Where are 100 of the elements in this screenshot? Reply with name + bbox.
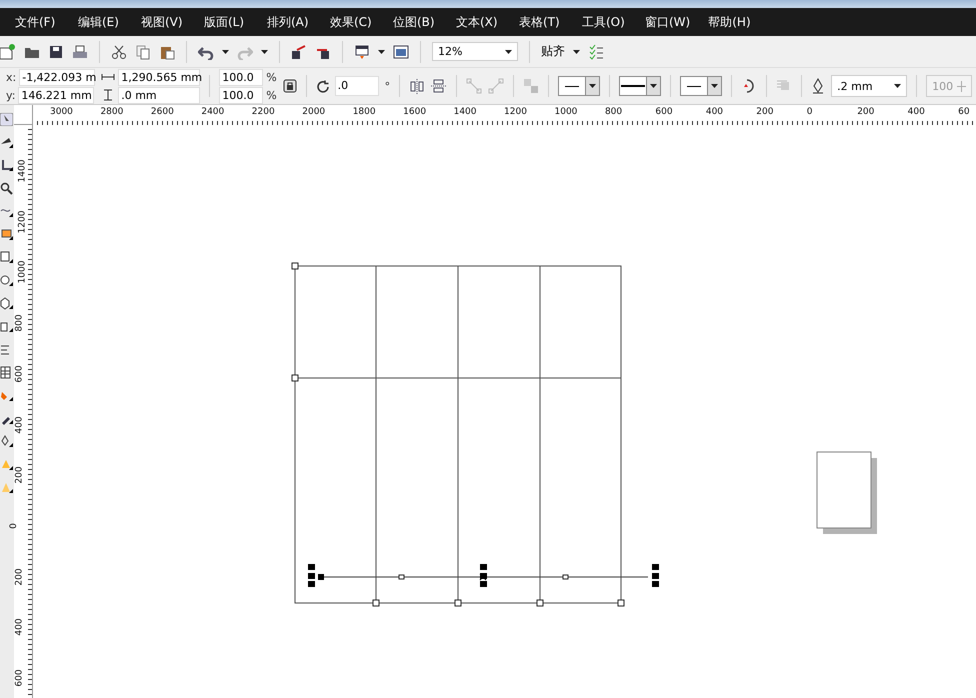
application-launcher-icon[interactable] <box>354 44 370 60</box>
checklist-icon[interactable] <box>588 44 604 60</box>
snap-to-menu[interactable]: 贴齐 <box>541 43 565 60</box>
ruler-label: 2400 <box>201 107 224 117</box>
fill-tool-icon[interactable] <box>0 389 13 402</box>
center-marker-icon[interactable] <box>480 574 486 580</box>
pen-nib-icon <box>811 78 826 94</box>
ruler-label: 60 <box>958 107 970 117</box>
table-tool-icon[interactable] <box>0 366 13 379</box>
ruler-label: 0 <box>8 523 19 529</box>
menu-item[interactable]: 排列(A) <box>264 12 315 32</box>
scale-width-field[interactable]: 100.0 <box>219 68 264 86</box>
caret-icon[interactable] <box>505 50 512 54</box>
menu-item[interactable]: 编辑(E) <box>75 12 126 32</box>
ruler-label: 1800 <box>352 107 376 117</box>
start-arrowhead-dropdown[interactable] <box>558 76 600 96</box>
ruler-label: 2800 <box>100 107 124 117</box>
ruler-label: 2000 <box>302 107 326 117</box>
caret-icon[interactable] <box>573 50 580 54</box>
ruler-label: 600 <box>14 669 25 687</box>
end-arrowhead-dropdown[interactable] <box>680 76 722 96</box>
rectangle-tool-icon[interactable] <box>0 251 13 264</box>
ruler-label: 3000 <box>50 107 73 117</box>
caret-icon[interactable] <box>222 50 229 54</box>
ruler-label: 0 <box>806 107 812 117</box>
import-icon[interactable] <box>291 44 307 60</box>
ruler-label: 200 <box>857 107 874 117</box>
menu-item[interactable]: 文本(X) <box>453 12 504 32</box>
ruler-label: 1000 <box>17 260 28 284</box>
line-style-dropdown[interactable] <box>619 76 662 96</box>
outline-width-dropdown[interactable]: .2 mm <box>831 75 908 97</box>
copy-icon[interactable] <box>135 44 151 60</box>
caret-icon[interactable] <box>711 84 718 88</box>
width-field[interactable]: 1,290.565 mm <box>118 68 200 86</box>
caret-icon[interactable] <box>589 84 596 88</box>
menu-item[interactable]: 位图(B) <box>390 12 441 32</box>
selection-handle-icon[interactable] <box>308 564 315 587</box>
nodes-icon[interactable] <box>466 78 482 94</box>
scissors-icon[interactable] <box>111 44 127 60</box>
ruler-label: 2600 <box>150 107 174 117</box>
line-node-icon[interactable] <box>318 574 568 580</box>
menu-item[interactable]: 效果(C) <box>327 12 378 32</box>
outline-pen-tool-icon[interactable] <box>0 435 13 448</box>
y-position-field[interactable]: 146.221 mm <box>18 86 94 104</box>
selection-handle-icon[interactable] <box>480 564 487 587</box>
menu-item[interactable]: 版面(L) <box>201 12 252 32</box>
menu-item[interactable]: 工具(O) <box>579 12 630 32</box>
picture-icon[interactable] <box>393 44 409 60</box>
ruler-label: 200 <box>756 107 774 117</box>
lock-icon[interactable] <box>282 79 297 93</box>
menu-item[interactable]: 窗口(W) <box>642 12 694 32</box>
line-sample-icon <box>621 85 646 87</box>
new-document-icon[interactable] <box>0 44 16 60</box>
ruler-label: 1600 <box>403 107 426 117</box>
percent-label: % <box>266 88 277 102</box>
x-label: x: <box>6 70 16 84</box>
ruler-label: 1400 <box>17 160 28 182</box>
rotate-icon <box>316 80 329 92</box>
printer-icon[interactable] <box>72 44 88 60</box>
caret-icon[interactable] <box>378 50 385 54</box>
spin-icon <box>957 80 966 92</box>
y-label: y: <box>6 88 16 102</box>
ruler-label: 200 <box>14 568 25 586</box>
caret-icon[interactable] <box>894 84 902 88</box>
percent-label: % <box>266 70 277 84</box>
x-position-field[interactable]: -1,422.093 m <box>19 68 96 86</box>
ruler-label: 400 <box>908 107 925 117</box>
ruler-label: 1000 <box>554 107 578 117</box>
menu-item[interactable]: 表格(T) <box>516 12 567 32</box>
ruler-label: 800 <box>14 314 25 332</box>
selection-handle-icon[interactable] <box>652 564 659 587</box>
menu-item[interactable]: 文件(F) <box>12 12 63 32</box>
zoom-tool-icon[interactable] <box>0 182 13 195</box>
caret-icon[interactable] <box>261 50 268 54</box>
basic-shapes-tool-icon[interactable] <box>0 320 13 333</box>
crop-tool-icon[interactable] <box>0 159 13 172</box>
menu-item[interactable]: 帮助(H) <box>705 12 756 32</box>
ruler-label: 1400 <box>454 107 476 117</box>
ruler-label: 400 <box>706 107 724 117</box>
degree-label: ° <box>384 80 390 92</box>
zoom-level-dropdown[interactable]: 12% <box>432 42 518 61</box>
ruler-label: 200 <box>14 466 25 484</box>
ruler-label: 600 <box>14 365 25 382</box>
ruler-label: 1200 <box>504 107 527 117</box>
ruler-label: 400 <box>14 416 25 434</box>
caret-icon[interactable] <box>650 84 658 88</box>
height-field[interactable]: .0 mm <box>118 86 200 104</box>
mirror-horizontal-icon[interactable] <box>409 78 426 94</box>
ruler-label: 800 <box>604 107 622 117</box>
polygon-tool-icon[interactable] <box>0 297 13 310</box>
menu-item[interactable]: 视图(V) <box>138 12 189 32</box>
ellipse-tool-icon[interactable] <box>0 274 13 287</box>
ruler-label: 1200 <box>17 210 28 234</box>
rotation-angle-field[interactable]: .0 <box>334 76 379 96</box>
ruler-label: 2200 <box>252 107 275 117</box>
scale-height-field[interactable]: 100.0 <box>219 86 264 104</box>
ruler-label: 400 <box>14 618 25 636</box>
ruler-label: 600 <box>655 107 673 117</box>
save-icon[interactable] <box>48 44 64 60</box>
mirror-vertical-icon[interactable] <box>431 78 448 94</box>
